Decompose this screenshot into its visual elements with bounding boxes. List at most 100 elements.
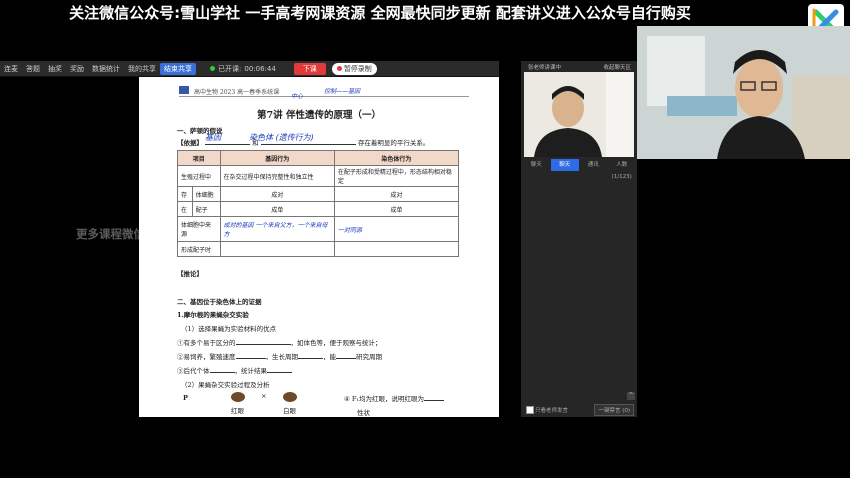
- handwriting-note: 控制——基因: [324, 88, 361, 95]
- table-header-row: 项目 基因行为 染色体行为: [177, 150, 460, 166]
- pause-recording-button[interactable]: 暂停录制: [331, 62, 377, 75]
- table-row: 存 体细胞 成对 成对: [177, 186, 460, 202]
- table-row: 生殖过程中 在杂交过程中保持完整性和独立性 在配子形成和受精过程中，形态结构相对…: [177, 165, 460, 187]
- table-cell: 成对: [219, 186, 335, 202]
- status-label: 已开课:: [218, 64, 242, 73]
- white-eye-label: 白眼: [283, 407, 296, 415]
- panel-tabs: 聊天 聊天 通讯 人数(1/123): [522, 159, 637, 180]
- table-row: 体细胞中来源 成对的基因 一个来自父方，一个来自母方 一对同源: [177, 216, 460, 242]
- table-cell: [219, 241, 335, 257]
- table-cell: 配子: [191, 201, 221, 217]
- toolbar-item-stats[interactable]: 数据统计: [88, 64, 124, 74]
- handwriting-note: 中心: [291, 93, 304, 100]
- mute-all-button[interactable]: 一键禁言 (0): [594, 404, 634, 416]
- tab-notice[interactable]: 聊天: [522, 159, 551, 171]
- text-line: 研究周期: [356, 353, 382, 361]
- table-cell: 生殖过程中: [177, 165, 221, 187]
- toolbar-item-lottery[interactable]: 抽奖: [44, 64, 66, 74]
- pause-recording-label: 暂停录制: [343, 64, 372, 73]
- chat-footer: 只看老师发言 一键禁言 (0): [524, 404, 636, 416]
- text-line: ，生长周期: [265, 353, 299, 361]
- teacher-only-checkbox[interactable]: [526, 406, 534, 414]
- blank-chromosome: [260, 144, 356, 145]
- table-cell: 成对: [333, 186, 460, 202]
- teacher-only-label: 只看老师发言: [535, 408, 569, 414]
- table-cell: 成对的基因 一个来自父方，一个来自母方: [219, 216, 335, 242]
- table-cell: 在: [177, 201, 193, 217]
- table-header: 染色体行为: [333, 150, 460, 166]
- right-panel-top: 张老师讲课中 收起聊天区: [521, 61, 637, 71]
- p-label: P: [183, 394, 188, 402]
- table-cell: 成单: [219, 201, 335, 217]
- class-timer: 00:06:44: [244, 64, 276, 73]
- text-line: （1）选择果蝇为实验材料的优点: [181, 325, 277, 333]
- end-share-button[interactable]: 结束共享: [160, 62, 196, 75]
- toolbar-item-mic[interactable]: 连麦: [0, 64, 22, 74]
- end-class-button[interactable]: 下课: [293, 62, 326, 75]
- table-cell: 在杂交过程中保持完整性和独立性: [219, 165, 335, 187]
- text-line: ②易饲养，繁殖速度: [177, 353, 236, 361]
- table-cell: 在配子形成和受精过程中，形态结构相对稳定: [333, 165, 460, 187]
- text-line: （2）果蝇杂交实验过程及分析: [181, 381, 270, 389]
- table-header: 基因行为: [219, 150, 335, 166]
- fly-icon: [283, 392, 297, 402]
- blank: [336, 358, 356, 359]
- header-divider: [179, 96, 469, 97]
- blank: [209, 372, 235, 373]
- text-line: ，能: [323, 353, 336, 361]
- blank: [235, 358, 266, 359]
- infer-label: 【推论】: [177, 270, 203, 278]
- table-row: 形成配子时: [177, 241, 460, 257]
- table-cell: 形成配子时: [177, 241, 221, 257]
- toolbar-item-answer[interactable]: 答题: [22, 64, 44, 74]
- sub-heading: 1.摩尔根的果蝇杂交实验: [177, 311, 249, 319]
- lesson-title: 第7讲 伴性遗传的原理（一）: [257, 110, 381, 121]
- fly-icon: [231, 392, 245, 402]
- text-line: ①有多个易于区分的: [177, 339, 236, 347]
- blank: [298, 358, 323, 359]
- teacher-camera-small: [524, 72, 634, 157]
- collapse-chat-button[interactable]: 收起聊天区: [603, 63, 631, 71]
- tab-comm[interactable]: 通讯: [579, 159, 608, 171]
- handwriting-chromosome: 染色体 (遗传行为): [249, 133, 314, 142]
- teacher-video-large-icon: [637, 26, 850, 159]
- cross-symbol: ×: [261, 392, 267, 400]
- table-cell: 存: [177, 186, 193, 202]
- basis-tail: 存在着明显的平行关系。: [357, 139, 430, 147]
- blank-gene: [205, 144, 251, 145]
- table-row: 在 配子 成单 成单: [177, 201, 460, 217]
- section-heading: 二、基因位于染色体上的证据: [177, 298, 262, 306]
- status-dot-icon: [210, 66, 215, 71]
- handwriting-gene: 基因: [205, 133, 221, 142]
- watermark-text: 更多课程微信: ns...: [76, 227, 182, 241]
- toolbar-item-reward[interactable]: 奖励: [66, 64, 88, 74]
- tab-chat[interactable]: 聊天: [550, 159, 579, 171]
- text-line: ④ F₁均为红眼，说明红眼为: [344, 395, 425, 403]
- text-line: ，如体色等，便于观察与统计；: [290, 339, 382, 347]
- doc-logo-icon: [179, 86, 189, 94]
- tab-members[interactable]: 人数(1/123): [608, 159, 637, 180]
- table-cell: [333, 241, 460, 257]
- teacher-video-icon: [524, 72, 634, 157]
- toolbar-item-share[interactable]: 我的共享: [124, 64, 160, 74]
- teacher-camera-large: [637, 26, 850, 159]
- blank: [267, 372, 292, 373]
- blank: [424, 400, 445, 401]
- record-icon: [336, 66, 342, 71]
- text-line: 性状: [357, 409, 370, 417]
- comparison-table: 项目 基因行为 染色体行为 生殖过程中 在杂交过程中保持完整性和独立性 在配子形…: [177, 150, 460, 257]
- doc-header: 高中生物 2023 高一春季系统课: [194, 89, 280, 96]
- table-cell: 一对同源: [333, 216, 460, 242]
- basis-label: 【依据】: [177, 139, 203, 147]
- table-cell: 体细胞中来源: [177, 216, 221, 242]
- text-line: ③后代个体: [177, 367, 210, 375]
- red-eye-label: 红眼: [231, 407, 244, 415]
- table-cell: 体细胞: [191, 186, 221, 202]
- shared-document: 高中生物 2023 高一春季系统课 第7讲 伴性遗传的原理（一） 中心 控制——…: [139, 77, 499, 417]
- teacher-status: 张老师讲课中: [528, 65, 562, 71]
- table-cell: 成单: [333, 201, 460, 217]
- blank: [235, 344, 291, 345]
- scroll-up-icon[interactable]: ^: [627, 392, 635, 400]
- classroom-toolbar: 连麦 答题 抽奖 奖励 数据统计 我的共享 结束共享 已开课: 00:06:44…: [0, 61, 499, 77]
- promo-banner: 关注微信公众号:雪山学社 一手高考网课资源 全网最快同步更新 配套讲义进入公众号…: [69, 4, 691, 22]
